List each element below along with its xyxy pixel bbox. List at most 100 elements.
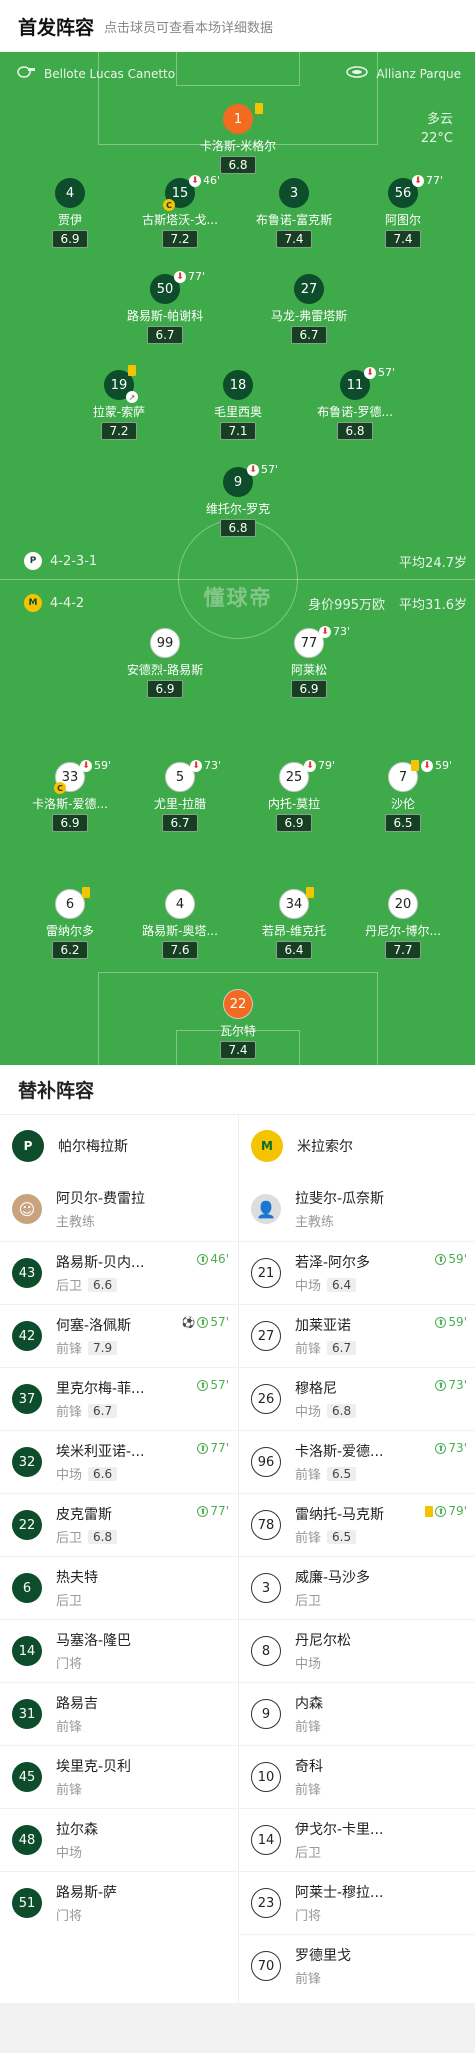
sub-player-row[interactable]: 9 内森 前锋 [239,1682,475,1745]
sub-player-row[interactable]: 78 雷纳托-马克斯 前锋 6.5 ⬆ 79' [239,1493,475,1556]
sub-player-row[interactable]: 27 加莱亚诺 前锋 6.7 ⬆ 59' [239,1304,475,1367]
player-away-34[interactable]: 34 若昂-维克托 6.4 [244,887,344,959]
player-away-7[interactable]: 7 ⬇ 59' 沙伦 6.5 [353,759,453,832]
player-home-27[interactable]: 27 马龙-弗雷塔斯 6.7 [259,274,359,344]
sub-position: 前锋 [56,1720,83,1735]
sub-position: 前锋 [56,1342,83,1357]
sub-player-row[interactable]: 26 穆格尼 中场 6.8 ⬆ 73' [239,1367,475,1430]
sub-off-indicator: ⬇ 77' [174,270,205,283]
page-footer [0,2003,475,2053]
sub-out-icon: ⬇ [174,270,186,283]
home-team-row[interactable]: P 帕尔梅拉斯 [0,1115,237,1177]
home-coach-row[interactable]: ☺ 阿贝尔-费雷拉 主教练 [0,1177,237,1241]
sub-position: 后卫 [56,1531,83,1546]
sub-number: 70 [251,1951,281,1981]
player-name: 雷纳尔多 [45,924,94,938]
goal-box-top [176,52,300,86]
stadium-name: Allianz Parque [376,66,461,81]
sub-position: 后卫 [295,1594,322,1609]
sub-out-icon: ⬇ [421,759,433,772]
player-away-20[interactable]: 20 丹尼尔-博尔... 7.7 [353,889,453,959]
sub-player-row[interactable]: 31 路易吉 前锋 [0,1682,237,1745]
sub-in-icon: ⬆ [197,1253,209,1265]
sub-out-icon: ⬇ [189,174,201,187]
sub-off-indicator: ⬇ 59' [80,759,111,772]
sub-out-icon: ⬇ [247,463,259,476]
sub-player-row[interactable]: 45 埃里克-贝利 前锋 [0,1745,237,1808]
player-away-33[interactable]: 33 C ⬇ 59' 卡洛斯-爱德... 6.9 [20,759,120,832]
player-rating: 6.7 [147,326,183,344]
player-name: 阿莱松 [290,663,327,677]
player-number: 4 [55,178,85,208]
sub-rating: 6.6 [88,1466,118,1481]
sub-player-row[interactable]: 21 若泽-阿尔多 中场 6.4 ⬆ 59' [239,1241,475,1304]
player-rating: 6.4 [276,941,312,959]
away-coach-row[interactable]: 👤 拉斐尔-瓜奈斯 主教练 [239,1177,475,1241]
player-home-50[interactable]: 50 ⬇ 77' 路易斯-帕谢科 6.7 [115,270,215,344]
player-home-18[interactable]: 18 毛里西奥 7.1 [188,370,288,440]
player-number: 6 [55,887,90,919]
player-away-5[interactable]: 5 ⬇ 73' 尤里-拉腊 6.7 [130,759,230,832]
sub-in-minute: ⬆ 46' [197,1252,229,1266]
sub-in-icon: ⬆ [435,1379,447,1391]
player-away-4[interactable]: 4 路易斯-奥塔... 7.6 [130,889,230,959]
player-home-11[interactable]: 11 ⬇ 57' 布鲁诺-罗德... 6.8 [305,366,405,440]
sub-player-row[interactable]: 42 何塞-洛佩斯 前锋 7.9 ⚽ ⬆ 57' [0,1304,237,1367]
sub-player-row[interactable]: 14 马塞洛-隆巴 门将 [0,1619,237,1682]
sub-position: 前锋 [295,1972,322,1987]
player-home-15[interactable]: 15 C ⬇ 46' 古斯塔沃-戈... 7.2 [130,174,230,248]
player-away-77[interactable]: 77 ⬇ 73' 阿莱松 6.9 [259,625,359,698]
yellow-card-icon [255,103,263,114]
player-away-6[interactable]: 6 雷纳尔多 6.2 [20,887,120,959]
sub-number: 37 [12,1384,42,1414]
page-subtitle: 点击球员可查看本场详细数据 [104,20,274,36]
sub-player-row[interactable]: 37 里克尔梅-菲... 前锋 6.7 ⬆ 57' [0,1367,237,1430]
player-rating: 7.2 [101,422,137,440]
away-formation: M 4-4-2 [24,594,84,612]
sub-off-indicator: ⬇ 79' [304,759,335,772]
player-name: 沙伦 [390,797,415,811]
player-home-19[interactable]: 19 ↗ 拉蒙-索萨 7.2 [69,365,169,440]
sub-name: 若泽-阿尔多 [295,1255,371,1271]
stadium-info: Allianz Parque [346,66,461,81]
sub-player-row[interactable]: 6 热夫特 后卫 [0,1556,237,1619]
sub-player-row[interactable]: 70 罗德里戈 前锋 [239,1934,475,1997]
player-number: 34 [279,887,314,919]
page-header: 首发阵容 点击球员可查看本场详细数据 [0,0,475,52]
sub-number: 43 [12,1258,42,1288]
sub-number: 9 [251,1699,281,1729]
player-rating: 7.4 [385,230,421,248]
player-name: 尤里-拉腊 [153,797,207,811]
watermark: 懂球帝 [203,586,273,610]
sub-player-row[interactable]: 96 卡洛斯-爱德... 前锋 6.5 ⬆ 73' [239,1430,475,1493]
boot-icon: ↗ [126,391,138,403]
player-home-1[interactable]: 1 卡洛斯-米格尔 6.8 [188,103,288,174]
home-formation: P 4-2-3-1 [24,552,97,570]
player-home-9[interactable]: 9 ⬇ 57' 维托尔-罗克 6.8 [188,463,288,537]
player-rating: 6.7 [162,814,198,832]
player-away-99[interactable]: 99 安德烈-路易斯 6.9 [115,628,215,698]
yellow-card-icon [306,887,314,898]
sub-player-row[interactable]: 51 路易斯-萨 门将 [0,1871,237,1934]
sub-in-minute: ⬆ 79' [425,1504,467,1518]
referee-name: Bellote Lucas Canetto [44,66,176,81]
sub-player-row[interactable]: 32 埃米利亚诺-... 中场 6.6 ⬆ 77' [0,1430,237,1493]
player-rating: 6.9 [52,814,88,832]
sub-player-row[interactable]: 22 皮克雷斯 后卫 6.8 ⬆ 77' [0,1493,237,1556]
sub-in-minute: ⬆ 73' [435,1441,467,1455]
away-team-row[interactable]: M 米拉索尔 [239,1115,475,1177]
sub-player-row[interactable]: 43 路易斯-贝内... 后卫 6.6 ⬆ 46' [0,1241,237,1304]
sub-out-icon: ⬇ [80,759,92,772]
player-away-25[interactable]: 25 ⬇ 79' 内托-莫拉 6.9 [244,759,344,832]
sub-player-row[interactable]: 3 威廉-马沙多 后卫 [239,1556,475,1619]
player-away-22[interactable]: 22 瓦尔特 7.4 [188,989,288,1059]
player-home-4[interactable]: 4 贾伊 6.9 [20,178,120,248]
player-home-56[interactable]: 56 ⬇ 77' 阿图尔 7.4 [353,174,453,248]
sub-player-row[interactable]: 48 拉尔森 中场 [0,1808,237,1871]
player-home-3[interactable]: 3 布鲁诺-富克斯 7.4 [244,178,344,248]
sub-player-row[interactable]: 10 奇科 前锋 [239,1745,475,1808]
sub-player-row[interactable]: 23 阿莱士-穆拉... 门将 [239,1871,475,1934]
sub-player-row[interactable]: 8 丹尼尔松 中场 [239,1619,475,1682]
sub-name: 阿莱士-穆拉... [295,1885,384,1901]
sub-player-row[interactable]: 14 伊戈尔-卡里... 后卫 [239,1808,475,1871]
